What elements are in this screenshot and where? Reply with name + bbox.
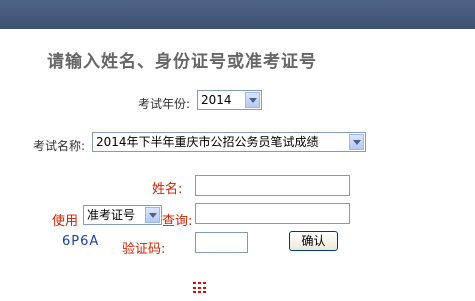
year-select[interactable]: 2014 <box>197 90 262 110</box>
query-input[interactable] <box>195 203 350 224</box>
query-type-select[interactable]: 准考证号 <box>83 205 162 225</box>
chevron-down-icon[interactable] <box>245 92 260 108</box>
name-input[interactable] <box>195 175 350 196</box>
captcha-image: 6P6A <box>62 234 100 249</box>
exam-name-select-value: 2014年下半年重庆市公招公务员笔试成绩 <box>96 135 319 149</box>
chevron-down-icon[interactable] <box>349 134 364 150</box>
grid-icon <box>193 282 206 294</box>
captcha-label: 验证码: <box>122 242 166 257</box>
name-label: 姓名: <box>152 182 183 197</box>
page-title: 请输入姓名、身份证号或准考证号 <box>47 52 317 72</box>
exam-name-label: 考试名称: <box>33 139 86 153</box>
query-label: 查询: <box>162 214 193 229</box>
exam-name-select[interactable]: 2014年下半年重庆市公招公务员笔试成绩 <box>92 132 366 152</box>
submit-button[interactable]: 确认 <box>289 231 338 251</box>
captcha-input[interactable] <box>195 232 248 253</box>
use-label: 使用 <box>52 214 79 229</box>
top-banner <box>0 0 475 29</box>
chevron-down-icon[interactable] <box>145 207 160 223</box>
year-label: 考试年份: <box>138 97 191 111</box>
